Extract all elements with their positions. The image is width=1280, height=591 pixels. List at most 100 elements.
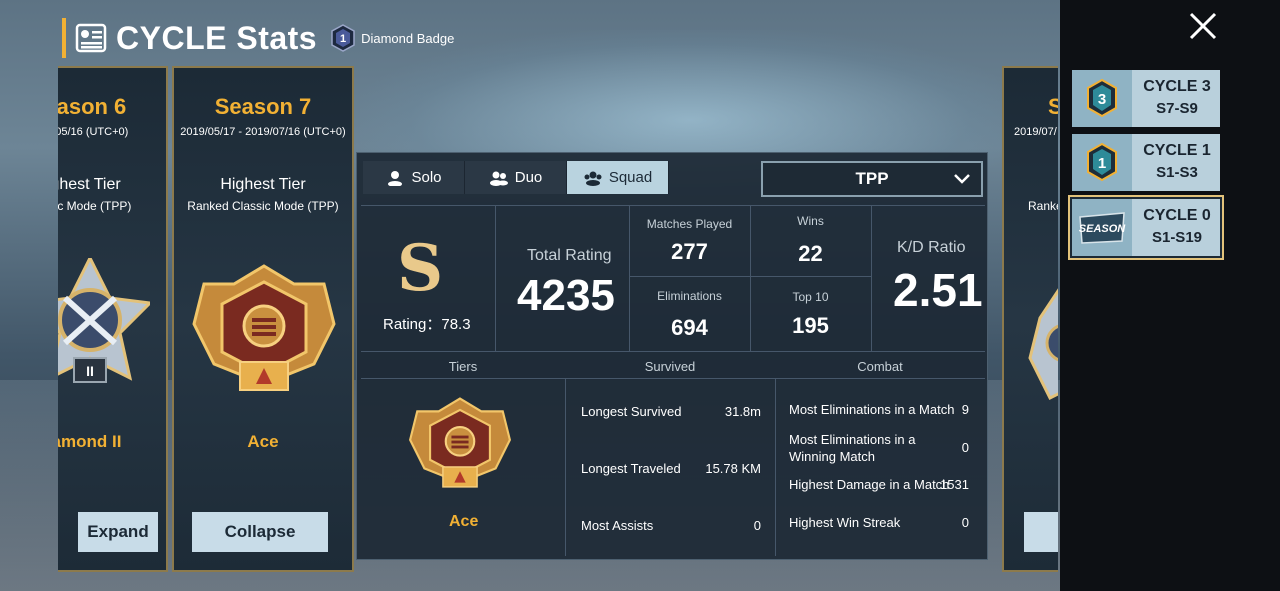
stat-label: Highest Win Streak — [789, 515, 901, 530]
cycle-icon-wrap: 1 — [1072, 134, 1132, 191]
season-6-clip: Season 6 2019/05/16 (UTC+0) Highest Tier… — [58, 60, 170, 580]
stat-label: Most Eliminations in a Winning Match — [789, 432, 916, 464]
tab-duo[interactable]: Duo — [465, 161, 567, 194]
season-tier-label: Highest Tier — [220, 176, 306, 193]
stats-panel: Solo Duo Squad TPP S Rating：78.3 Total R… — [356, 152, 988, 560]
diamond-badge-icon: 1 — [331, 24, 355, 52]
season-rank: Diamond II — [58, 432, 122, 451]
cycle-icon-number: 1 — [1098, 155, 1106, 172]
accent-bar — [62, 18, 66, 58]
combat-row: Highest Win Streak 0 — [789, 515, 969, 533]
divider — [495, 205, 496, 351]
tab-label: Solo — [411, 169, 442, 186]
rating-value: Rating：78.3 — [383, 316, 471, 333]
cycle-3-button[interactable]: 3 CYCLE 3 S7-S9 — [1072, 70, 1220, 127]
cycle-title: CYCLE 1 — [1143, 142, 1211, 159]
stat-value: 0 — [961, 440, 969, 455]
cycle-1-button[interactable]: 1 CYCLE 1 S1-S3 — [1072, 134, 1220, 191]
season-card-6[interactable]: Season 6 2019/05/16 (UTC+0) Highest Tier… — [58, 66, 168, 572]
squad-icon — [584, 171, 602, 186]
combat-row: Most Eliminations in a Match 9 — [789, 402, 969, 420]
tab-label: Duo — [514, 169, 543, 186]
expand-button[interactable]: Expand — [78, 512, 158, 552]
wins-label: Wins — [797, 214, 824, 228]
season-card-8[interactable]: S 2019/07/ Ranke — [1002, 66, 1058, 572]
cycle-3-icon: 3 — [1087, 78, 1117, 118]
survived-header: Survived — [644, 359, 696, 374]
mode-tabs: Solo Duo Squad — [363, 161, 669, 194]
kd-ratio-value: 2.51 — [893, 264, 983, 316]
season-date: 2019/07/ — [1014, 126, 1057, 138]
stat-label: Longest Traveled — [581, 461, 681, 476]
cycle-icon-wrap: 3 — [1072, 70, 1132, 127]
select-value: TPP — [855, 169, 889, 188]
tab-label: Squad — [608, 169, 653, 186]
stat-value: 31.8m — [724, 404, 761, 419]
stat-label: Most Assists — [581, 518, 654, 533]
stat-value: 15.78 KM — [705, 461, 761, 476]
season-title: Season 6 — [58, 94, 127, 119]
cycle-range: S1-S3 — [1156, 164, 1198, 181]
survived-row: Longest Survived 31.8m — [581, 404, 761, 422]
divider — [629, 276, 871, 277]
tier-icon — [1028, 288, 1058, 401]
season-8-clip: S 2019/07/ Ranke — [1000, 60, 1058, 580]
survived-row: Most Assists 0 — [581, 518, 761, 536]
matches-played-label: Matches Played — [646, 217, 733, 231]
season-date: 2019/05/17 - 2019/07/16 (UTC+0) — [180, 126, 346, 138]
season-card-7[interactable]: Season 7 2019/05/17 - 2019/07/16 (UTC+0)… — [172, 66, 354, 572]
divider — [361, 378, 985, 379]
divider — [361, 205, 985, 206]
divider — [565, 378, 566, 556]
matches-played-value: 277 — [671, 239, 708, 264]
season-date: 2019/05/16 (UTC+0) — [58, 126, 129, 138]
top10-value: 195 — [792, 313, 829, 338]
stat-value: 9 — [961, 402, 969, 417]
season-mode: Classic Mode (TPP) — [58, 199, 132, 213]
total-rating-label: Total Rating — [527, 247, 612, 264]
cycle-icon-number: 3 — [1098, 91, 1106, 108]
season-title: S — [1048, 94, 1058, 119]
duo-icon — [489, 171, 508, 186]
tab-solo[interactable]: Solo — [363, 161, 465, 194]
season-rank: Ace — [247, 432, 279, 451]
stat-label: Highest Damage in a Match — [789, 477, 950, 492]
stats-card-icon — [75, 23, 107, 53]
divider — [361, 351, 985, 352]
wins-value: 22 — [798, 241, 823, 266]
badge-label: Diamond Badge — [361, 30, 455, 46]
solo-icon — [388, 170, 403, 186]
eliminations-value: 694 — [671, 315, 708, 340]
combat-header: Combat — [857, 359, 903, 374]
season-icon-label: SEASON — [1079, 223, 1127, 235]
svg-text:II: II — [86, 363, 94, 379]
stat-value: 1531 — [940, 477, 969, 492]
close-icon[interactable] — [1185, 8, 1221, 44]
svg-text:1: 1 — [340, 33, 346, 45]
expand-button-partial[interactable] — [1024, 512, 1058, 552]
perspective-select[interactable]: TPP — [761, 161, 983, 197]
cycle-title: CYCLE 0 — [1143, 207, 1211, 224]
season-mode: Ranked Classic Mode (TPP) — [187, 199, 339, 213]
season-icon: SEASON — [1079, 212, 1127, 244]
cycle-1-icon: 1 — [1087, 142, 1117, 182]
cycle-title: CYCLE 3 — [1143, 78, 1211, 95]
cycle-0-button[interactable]: SEASON CYCLE 0 S1-S19 — [1070, 197, 1222, 258]
rating-grade: S — [397, 231, 444, 306]
combat-row: Highest Damage in a Match 1531 — [789, 477, 969, 495]
tab-squad[interactable]: Squad — [567, 161, 669, 194]
cycle-range: S7-S9 — [1156, 100, 1198, 117]
combat-row: Most Eliminations in a Winning Match 0 — [789, 431, 969, 467]
tier-rank-label: Ace — [449, 513, 479, 530]
cycle-range: S1-S19 — [1151, 229, 1203, 246]
collapse-button[interactable]: Collapse — [192, 512, 328, 552]
chevron-down-icon — [954, 174, 970, 184]
survived-row: Longest Traveled 15.78 KM — [581, 461, 761, 479]
stat-label: Longest Survived — [581, 404, 682, 419]
eliminations-label: Eliminations — [657, 289, 722, 303]
kd-ratio-label: K/D Ratio — [897, 239, 966, 256]
season-title: Season 7 — [214, 94, 312, 119]
stat-label: Most Eliminations in a Match — [789, 402, 955, 417]
total-rating-value: 4235 — [517, 271, 615, 320]
divider — [775, 378, 776, 556]
